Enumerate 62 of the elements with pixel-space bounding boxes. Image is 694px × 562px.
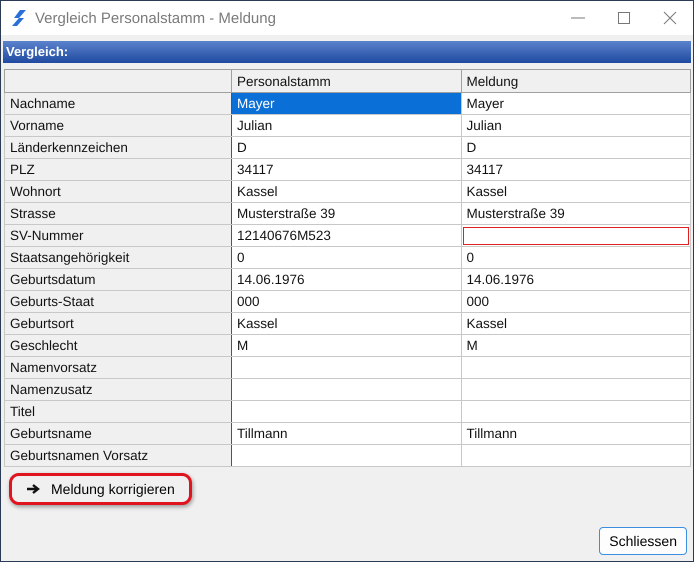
row-header: Geburtsnamen Vorsatz <box>4 444 232 466</box>
table-cell[interactable]: Julian <box>461 114 690 136</box>
table-cell[interactable] <box>461 224 690 246</box>
section-header: Vergleich: <box>3 41 691 63</box>
table-cell[interactable]: 0 <box>461 246 690 268</box>
table-cell[interactable]: Julian <box>232 114 461 136</box>
row-header: Länderkennzeichen <box>4 136 232 158</box>
row-header: Nachname <box>4 92 232 114</box>
arrow-icon <box>26 483 42 495</box>
table-cell[interactable] <box>232 378 461 400</box>
table-cell[interactable] <box>461 378 690 400</box>
table-cell[interactable] <box>232 444 461 466</box>
row-header: Geburtsname <box>4 422 232 444</box>
table-cell[interactable]: Mayer <box>461 92 690 114</box>
table-cell[interactable]: Musterstraße 39 <box>232 202 461 224</box>
close-dialog-button[interactable]: Schliessen <box>599 527 687 555</box>
app-logo-icon <box>11 9 27 27</box>
table-cell[interactable]: 12140676M523 <box>232 224 461 246</box>
table-cell[interactable] <box>232 356 461 378</box>
table-cell[interactable]: M <box>232 334 461 356</box>
table-cell[interactable]: 000 <box>232 290 461 312</box>
table-cell[interactable]: Tillmann <box>461 422 690 444</box>
table-cell[interactable]: Kassel <box>232 312 461 334</box>
row-header: Wohnort <box>4 180 232 202</box>
table-cell[interactable]: Kassel <box>461 312 690 334</box>
row-header: Vorname <box>4 114 232 136</box>
table-cell[interactable] <box>232 400 461 422</box>
window-title: Vergleich Personalstamm - Meldung <box>35 10 277 26</box>
table-cell[interactable]: Kassel <box>461 180 690 202</box>
column-header: Meldung <box>461 70 690 92</box>
table-cell[interactable]: 14.06.1976 <box>232 268 461 290</box>
table-cell[interactable]: Tillmann <box>232 422 461 444</box>
row-header: Geburtsdatum <box>4 268 232 290</box>
maximize-icon <box>617 11 631 25</box>
table-cell[interactable] <box>461 356 690 378</box>
table-cell[interactable]: Kassel <box>232 180 461 202</box>
row-header: Geburtsort <box>4 312 232 334</box>
row-header: PLZ <box>4 158 232 180</box>
minimize-icon <box>571 17 585 19</box>
table-cell[interactable] <box>461 400 690 422</box>
close-icon <box>663 11 677 25</box>
row-header: Strasse <box>4 202 232 224</box>
row-header: Staatsangehörigkeit <box>4 246 232 268</box>
row-header: Titel <box>4 400 232 422</box>
table-cell[interactable]: Mayer <box>232 92 461 114</box>
row-header: Geburts-Staat <box>4 290 232 312</box>
table-cell[interactable]: 000 <box>461 290 690 312</box>
table-cell[interactable]: M <box>461 334 690 356</box>
table-cell[interactable]: 34117 <box>232 158 461 180</box>
column-header: Personalstamm <box>232 70 461 92</box>
table-cell[interactable]: 34117 <box>461 158 690 180</box>
row-header: SV-Nummer <box>4 224 232 246</box>
table-cell[interactable]: Musterstraße 39 <box>461 202 690 224</box>
table-cell[interactable]: D <box>232 136 461 158</box>
correct-button[interactable]: Meldung korrigieren <box>9 473 192 505</box>
row-header: Namenzusatz <box>4 378 232 400</box>
table-cell[interactable] <box>461 444 690 466</box>
row-header: Namenvorsatz <box>4 356 232 378</box>
table-cell[interactable]: 0 <box>232 246 461 268</box>
table-cell[interactable]: D <box>461 136 690 158</box>
row-header: Geschlecht <box>4 334 232 356</box>
table-cell[interactable]: 14.06.1976 <box>461 268 690 290</box>
